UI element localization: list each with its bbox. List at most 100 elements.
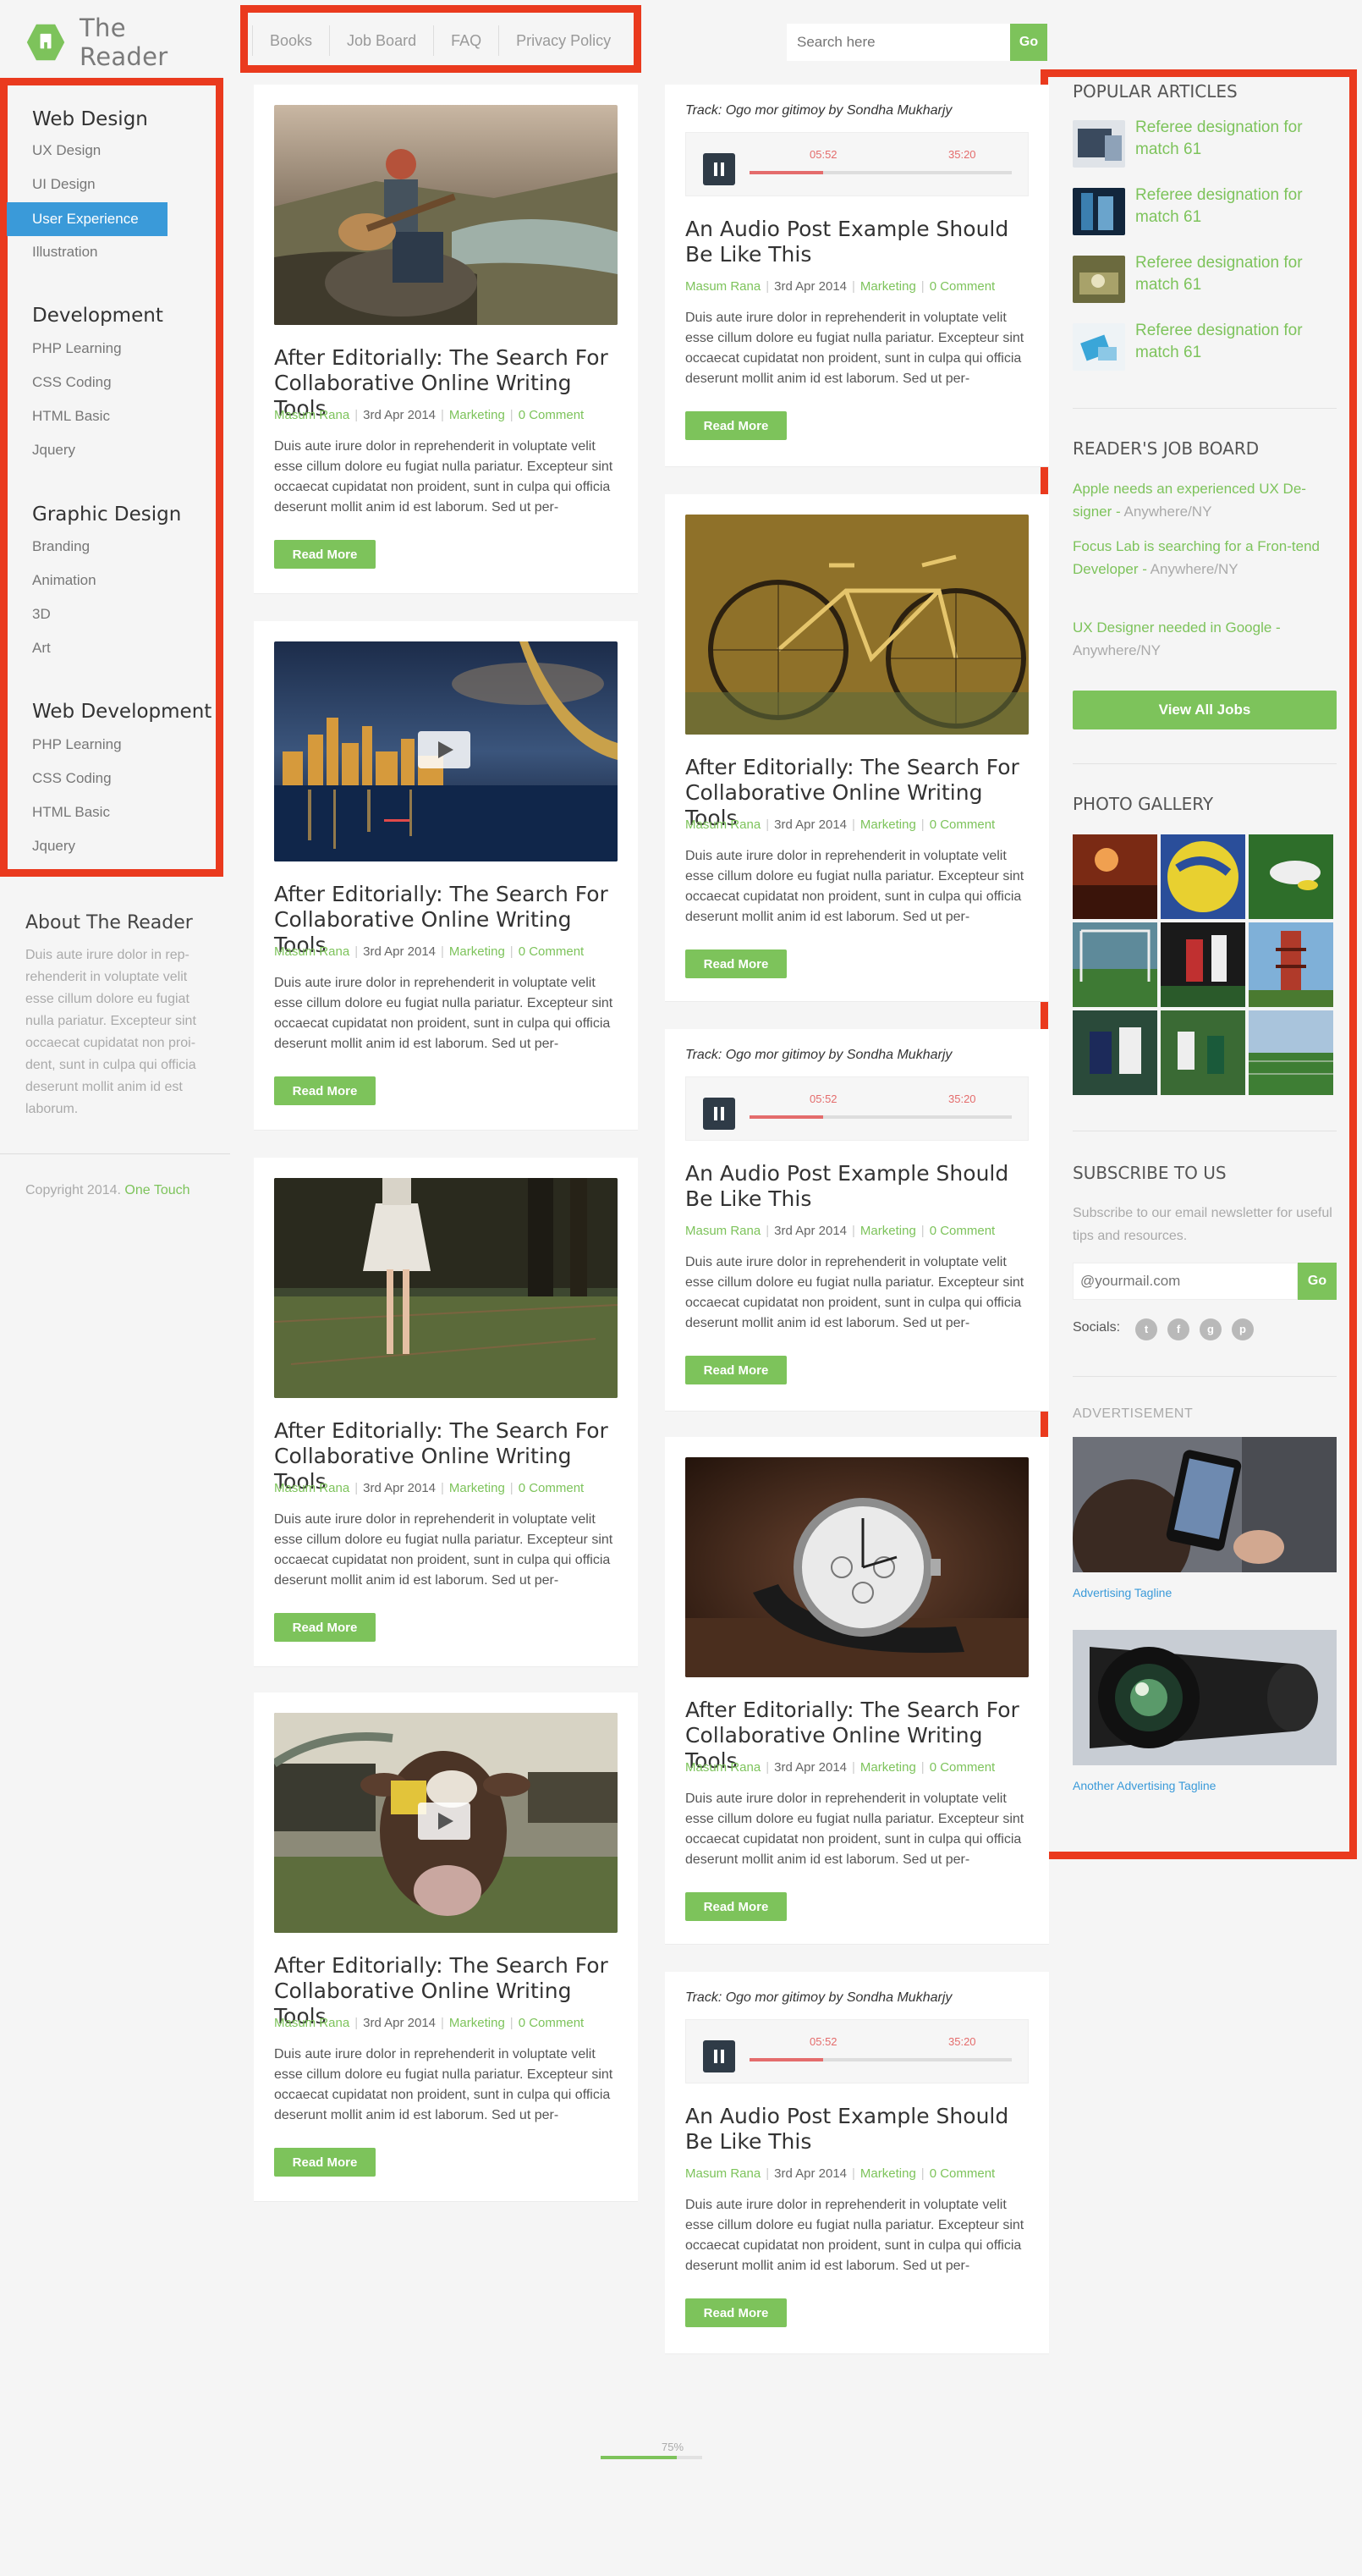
gallery-photo[interactable] xyxy=(1249,834,1333,919)
comments-link[interactable]: 0 Comment xyxy=(519,2016,585,2030)
sidebar-item-animation[interactable]: Animation xyxy=(32,572,96,589)
gallery-photo[interactable] xyxy=(1073,834,1157,919)
author-link[interactable]: Masum Rana xyxy=(274,408,349,422)
sidebar-item-html-basic-2[interactable]: HTML Basic xyxy=(32,804,110,821)
play-video-icon[interactable] xyxy=(418,1803,470,1840)
gallery-photo[interactable] xyxy=(1073,1010,1157,1095)
sidebar-item-jquery-2[interactable]: Jquery xyxy=(32,838,75,855)
category-link[interactable]: Marketing xyxy=(860,279,916,294)
author-link[interactable]: Masum Rana xyxy=(685,817,761,832)
category-link[interactable]: Marketing xyxy=(860,817,916,832)
email-field[interactable] xyxy=(1073,1263,1298,1300)
search-input[interactable] xyxy=(787,24,1010,61)
twitter-icon[interactable]: t xyxy=(1135,1318,1157,1340)
category-link[interactable]: Marketing xyxy=(449,1481,505,1495)
bicycle-photo[interactable] xyxy=(685,515,1029,735)
sidebar-item-branding[interactable]: Branding xyxy=(32,538,90,555)
sidebar-item-css-coding[interactable]: CSS Coding xyxy=(32,374,112,391)
category-link[interactable]: Marketing xyxy=(860,2166,916,2181)
sidebar-item-css-coding-2[interactable]: CSS Coding xyxy=(32,770,112,787)
subscribe-button[interactable]: Go xyxy=(1298,1263,1337,1300)
pause-icon[interactable] xyxy=(703,1098,735,1130)
job-listing[interactable]: UX Designer needed in Google - Anywhere/… xyxy=(1073,616,1326,662)
google-plus-icon[interactable]: g xyxy=(1200,1318,1222,1340)
popular-article[interactable]: Referee designation for match 61 xyxy=(1073,184,1343,239)
job-listing[interactable]: Focus Lab is searching for a Fron-tend D… xyxy=(1073,535,1326,581)
audio-title[interactable]: An Audio Post Example Should Be Like Thi… xyxy=(685,2104,1032,2155)
read-more-button[interactable]: Read More xyxy=(685,1356,787,1384)
advertisement-image[interactable] xyxy=(1073,1437,1337,1572)
sidebar-item-jquery[interactable]: Jquery xyxy=(32,442,75,459)
category-development[interactable]: Development xyxy=(32,305,163,327)
gallery-photo[interactable] xyxy=(1161,834,1245,919)
gallery-photo[interactable] xyxy=(1249,922,1333,1007)
comments-link[interactable]: 0 Comment xyxy=(519,944,585,959)
category-web-development[interactable]: Web Development xyxy=(32,701,211,723)
gallery-photo[interactable] xyxy=(1249,1010,1333,1095)
guitar-man-photo[interactable] xyxy=(274,105,618,325)
popular-article-link[interactable]: Referee designation for match 61 xyxy=(1135,320,1330,364)
category-link[interactable]: Marketing xyxy=(860,1224,916,1238)
popular-article-link[interactable]: Referee designation for match 61 xyxy=(1135,252,1330,296)
comments-link[interactable]: 0 Comment xyxy=(930,817,996,832)
read-more-button[interactable]: Read More xyxy=(685,1892,787,1921)
sidebar-item-3d[interactable]: 3D xyxy=(32,606,51,623)
sidebar-item-art[interactable]: Art xyxy=(32,640,51,657)
sidebar-item-user-experience[interactable]: User Experience xyxy=(7,202,168,236)
popular-article[interactable]: Referee designation for match 61 xyxy=(1073,117,1343,171)
audio-progress-bar[interactable] xyxy=(750,2058,1012,2061)
read-more-button[interactable]: Read More xyxy=(274,1613,376,1642)
popular-article[interactable]: Referee designation for match 61 xyxy=(1073,252,1343,306)
gallery-photo[interactable] xyxy=(1073,922,1157,1007)
ad-caption-link[interactable]: Advertising Tagline xyxy=(1073,1586,1172,1599)
read-more-button[interactable]: Read More xyxy=(274,2148,376,2177)
author-link[interactable]: Masum Rana xyxy=(274,1481,349,1495)
nav-faq[interactable]: FAQ xyxy=(434,25,500,56)
author-link[interactable]: Masum Rana xyxy=(274,2016,349,2030)
sidebar-item-php-learning[interactable]: PHP Learning xyxy=(32,340,122,357)
sidebar-item-illustration[interactable]: Illustration xyxy=(32,244,97,261)
category-web-design[interactable]: Web Design xyxy=(32,108,148,130)
ad-caption-link[interactable]: Another Advertising Tagline xyxy=(1073,1779,1216,1792)
author-link[interactable]: Masum Rana xyxy=(685,1224,761,1238)
comments-link[interactable]: 0 Comment xyxy=(930,2166,996,2181)
popular-article-link[interactable]: Referee designation for match 61 xyxy=(1135,117,1330,161)
author-link[interactable]: Masum Rana xyxy=(685,2166,761,2181)
pinterest-icon[interactable]: p xyxy=(1232,1318,1254,1340)
audio-progress-bar[interactable] xyxy=(750,171,1012,174)
read-more-button[interactable]: Read More xyxy=(274,540,376,569)
city-night-photo[interactable] xyxy=(274,641,618,861)
pause-icon[interactable] xyxy=(703,153,735,185)
category-link[interactable]: Marketing xyxy=(449,408,505,422)
read-more-button[interactable]: Read More xyxy=(685,411,787,440)
category-link[interactable]: Marketing xyxy=(449,2016,505,2030)
sidebar-item-ux-design[interactable]: UX Design xyxy=(32,142,101,159)
category-graphic-design[interactable]: Graphic Design xyxy=(32,504,181,526)
facebook-icon[interactable]: f xyxy=(1167,1318,1189,1340)
author-link[interactable]: Masum Rana xyxy=(685,279,761,294)
sidebar-item-php-learning-2[interactable]: PHP Learning xyxy=(32,736,122,753)
gallery-photo[interactable] xyxy=(1161,1010,1245,1095)
comments-link[interactable]: 0 Comment xyxy=(519,408,585,422)
cow-photo[interactable] xyxy=(274,1713,618,1933)
popular-article[interactable]: Referee designation for match 61 xyxy=(1073,320,1343,374)
sidebar-item-html-basic[interactable]: HTML Basic xyxy=(32,408,110,425)
gallery-photo[interactable] xyxy=(1161,922,1245,1007)
author-link[interactable]: Masum Rana xyxy=(685,1760,761,1775)
pause-icon[interactable] xyxy=(703,2040,735,2072)
read-more-button[interactable]: Read More xyxy=(685,2298,787,2327)
audio-title[interactable]: An Audio Post Example Should Be Like Thi… xyxy=(685,217,1032,267)
girl-dress-photo[interactable] xyxy=(274,1178,618,1398)
audio-progress-bar[interactable] xyxy=(750,1115,1012,1119)
author-link[interactable]: Masum Rana xyxy=(274,944,349,959)
comments-link[interactable]: 0 Comment xyxy=(930,1224,996,1238)
search-button[interactable]: Go xyxy=(1010,24,1047,61)
advertisement-image[interactable] xyxy=(1073,1630,1337,1765)
nav-job-board[interactable]: Job Board xyxy=(330,25,435,56)
watch-photo[interactable] xyxy=(685,1457,1029,1677)
nav-privacy-policy[interactable]: Privacy Policy xyxy=(499,25,628,56)
category-link[interactable]: Marketing xyxy=(860,1760,916,1775)
category-link[interactable]: Marketing xyxy=(449,944,505,959)
logo[interactable]: The Reader xyxy=(25,14,211,71)
popular-article-link[interactable]: Referee designation for match 61 xyxy=(1135,184,1330,228)
